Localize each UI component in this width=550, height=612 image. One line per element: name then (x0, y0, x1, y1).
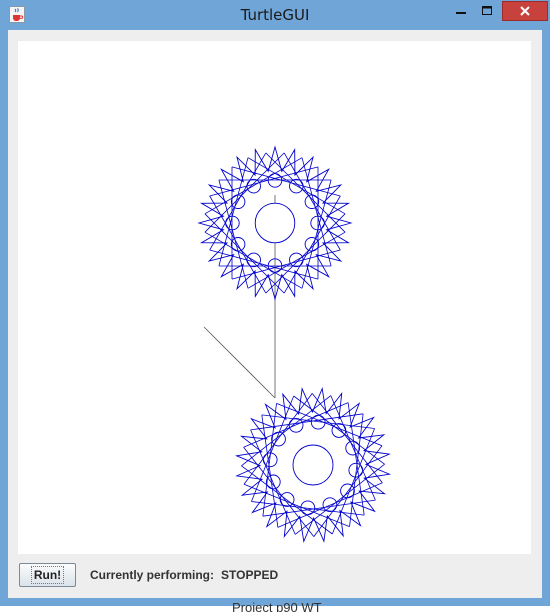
rosette-small-circle (304, 194, 320, 209)
rosette-small-circle (246, 178, 261, 194)
background-window-text: Project p90 WT (232, 600, 322, 612)
rosette-chord (283, 195, 341, 294)
rosette-small-circle (345, 440, 361, 456)
rosette-small-circle (289, 178, 304, 194)
rosette-chord (347, 402, 365, 516)
rosette-chord (209, 152, 267, 251)
rosette-small-circle (288, 417, 304, 433)
rosette-small-circle (230, 194, 246, 209)
rosette-chord (247, 231, 346, 289)
rosette-small-circle (322, 497, 338, 513)
turtle-drawing (197, 145, 392, 544)
rosette-chord (204, 231, 303, 289)
close-icon (520, 6, 530, 16)
rosette-small-circle (230, 237, 246, 252)
rosette-chord (349, 413, 364, 527)
client-area: Run! Currently performing: STOPPED (8, 30, 542, 598)
title-bar[interactable]: TurtleGUI (0, 0, 550, 30)
rosette-chord (262, 499, 376, 517)
rosette-chord (247, 157, 346, 215)
turtle-canvas[interactable] (18, 41, 531, 554)
rosette-center-circle (254, 202, 296, 244)
rosette-chord (261, 414, 279, 528)
maximize-button[interactable] (474, 1, 500, 21)
minimize-icon (456, 12, 466, 14)
rosette-chord (262, 403, 277, 517)
run-button[interactable]: Run! (19, 563, 76, 587)
rosette-small-circle (304, 237, 320, 252)
minimize-button[interactable] (448, 1, 474, 21)
rosette-chord (204, 157, 303, 215)
rosette-chord (250, 413, 364, 431)
rosette-small-circle (246, 252, 261, 268)
turtle-path-diagonal (203, 326, 276, 399)
status-value: STOPPED (221, 568, 279, 582)
rosette-center-circle (292, 444, 334, 486)
maximize-icon (482, 6, 492, 15)
status-label: Currently performing: (90, 568, 215, 582)
rosette-chord (251, 501, 365, 516)
run-button-label: Run! (30, 566, 65, 584)
rosette-small-circle (289, 252, 304, 268)
close-button[interactable] (502, 1, 548, 21)
rosette-chord (209, 195, 267, 294)
rosette-pattern-bottom (234, 386, 392, 544)
rosette-chord (283, 152, 341, 251)
rosette-small-circle (265, 474, 281, 490)
rosette-chord (261, 414, 375, 429)
turtle-gui-window: TurtleGUI Run! Currently performing: STO… (0, 0, 550, 606)
